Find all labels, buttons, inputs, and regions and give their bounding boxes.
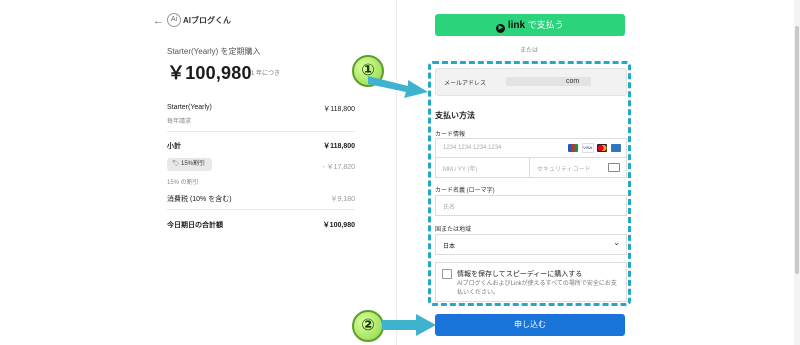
pay-with-link-button[interactable]: ▶ link で支払う [435,14,625,36]
subtotal-value: ￥118,800 [323,143,355,150]
discount-amount: - ￥17,820 [322,164,355,171]
or-divider-text: または [520,48,539,54]
price-amount: ￥100,980 [167,63,252,83]
brand-name: AIブログくん [183,16,231,25]
annotation-arrow-1 [368,76,428,98]
plan-title: Starter(Yearly) を定期購入 [167,47,261,56]
arrow-right-icon: ▶ [496,24,506,33]
annotation-highlight-box [428,61,631,306]
brand-logo: Ai [167,13,181,27]
pay-with-link-label: で支払う [527,20,564,30]
divider [167,209,355,210]
discount-note: 15% の割引 [167,180,199,186]
line-item-price: ￥118,800 [323,106,355,113]
scrollbar[interactable] [794,0,800,345]
total-value: ￥100,980 [322,222,355,229]
line-item-note: 毎年請求 [167,119,192,125]
tax-value: ￥9,180 [330,196,355,203]
tax-label: 消費税 (10% を含む) [167,196,232,203]
annotation-arrow-2 [382,314,436,336]
discount-badge[interactable]: 🏷 15%割引 [167,158,212,171]
line-item-name: Starter(Yearly) [167,104,212,111]
subtotal-label: 小計 [167,143,181,150]
annotation-badge-2: ② [352,310,384,342]
link-logo: link [507,20,526,31]
divider [167,131,355,132]
arrow-left-icon[interactable]: ← [153,15,164,27]
scrollbar-thumb[interactable] [795,26,799,274]
total-label: 今日期日の合計額 [167,222,223,229]
order-summary-panel: ← Ai AIブログくん Starter(Yearly) を定期購入 ￥100,… [0,0,396,345]
discount-badge-label: 15%割引 [181,161,206,167]
price-unit: 1 年につき [251,71,281,77]
tag-icon: 🏷 [172,161,180,167]
subscribe-button[interactable]: 申し込む [435,314,625,336]
